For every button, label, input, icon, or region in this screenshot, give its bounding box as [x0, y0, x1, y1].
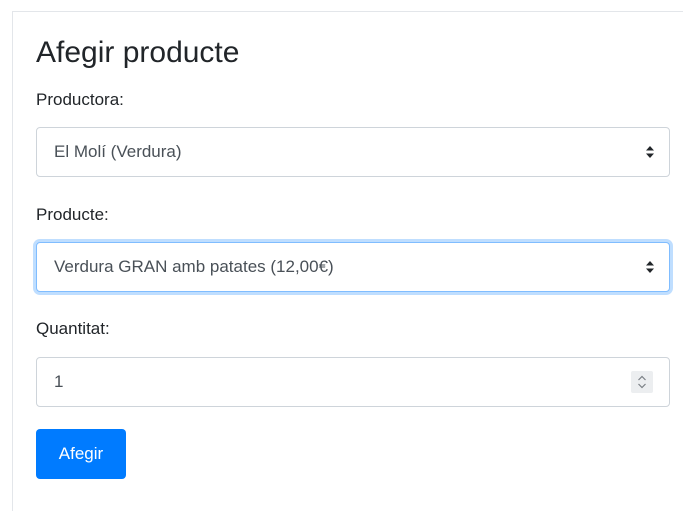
- spinner-arrows-icon: [638, 375, 646, 389]
- product-label: Producte:: [36, 205, 109, 224]
- quantity-value: 1: [54, 372, 64, 391]
- product-select[interactable]: Verdura GRAN amb patates (12,00€): [36, 242, 670, 292]
- quantity-stepper[interactable]: [631, 371, 653, 393]
- add-button[interactable]: Afegir: [36, 429, 126, 479]
- updown-arrows-icon: [646, 261, 654, 273]
- updown-arrows-icon: [646, 146, 654, 158]
- quantity-input[interactable]: 1: [36, 357, 670, 407]
- producer-select-value: El Molí (Verdura): [54, 142, 182, 161]
- quantity-label: Quantitat:: [36, 319, 110, 338]
- producer-label: Productora:: [36, 90, 124, 109]
- page-title: Afegir producte: [36, 36, 240, 69]
- producer-select[interactable]: El Molí (Verdura): [36, 127, 670, 177]
- product-select-value: Verdura GRAN amb patates (12,00€): [54, 257, 334, 276]
